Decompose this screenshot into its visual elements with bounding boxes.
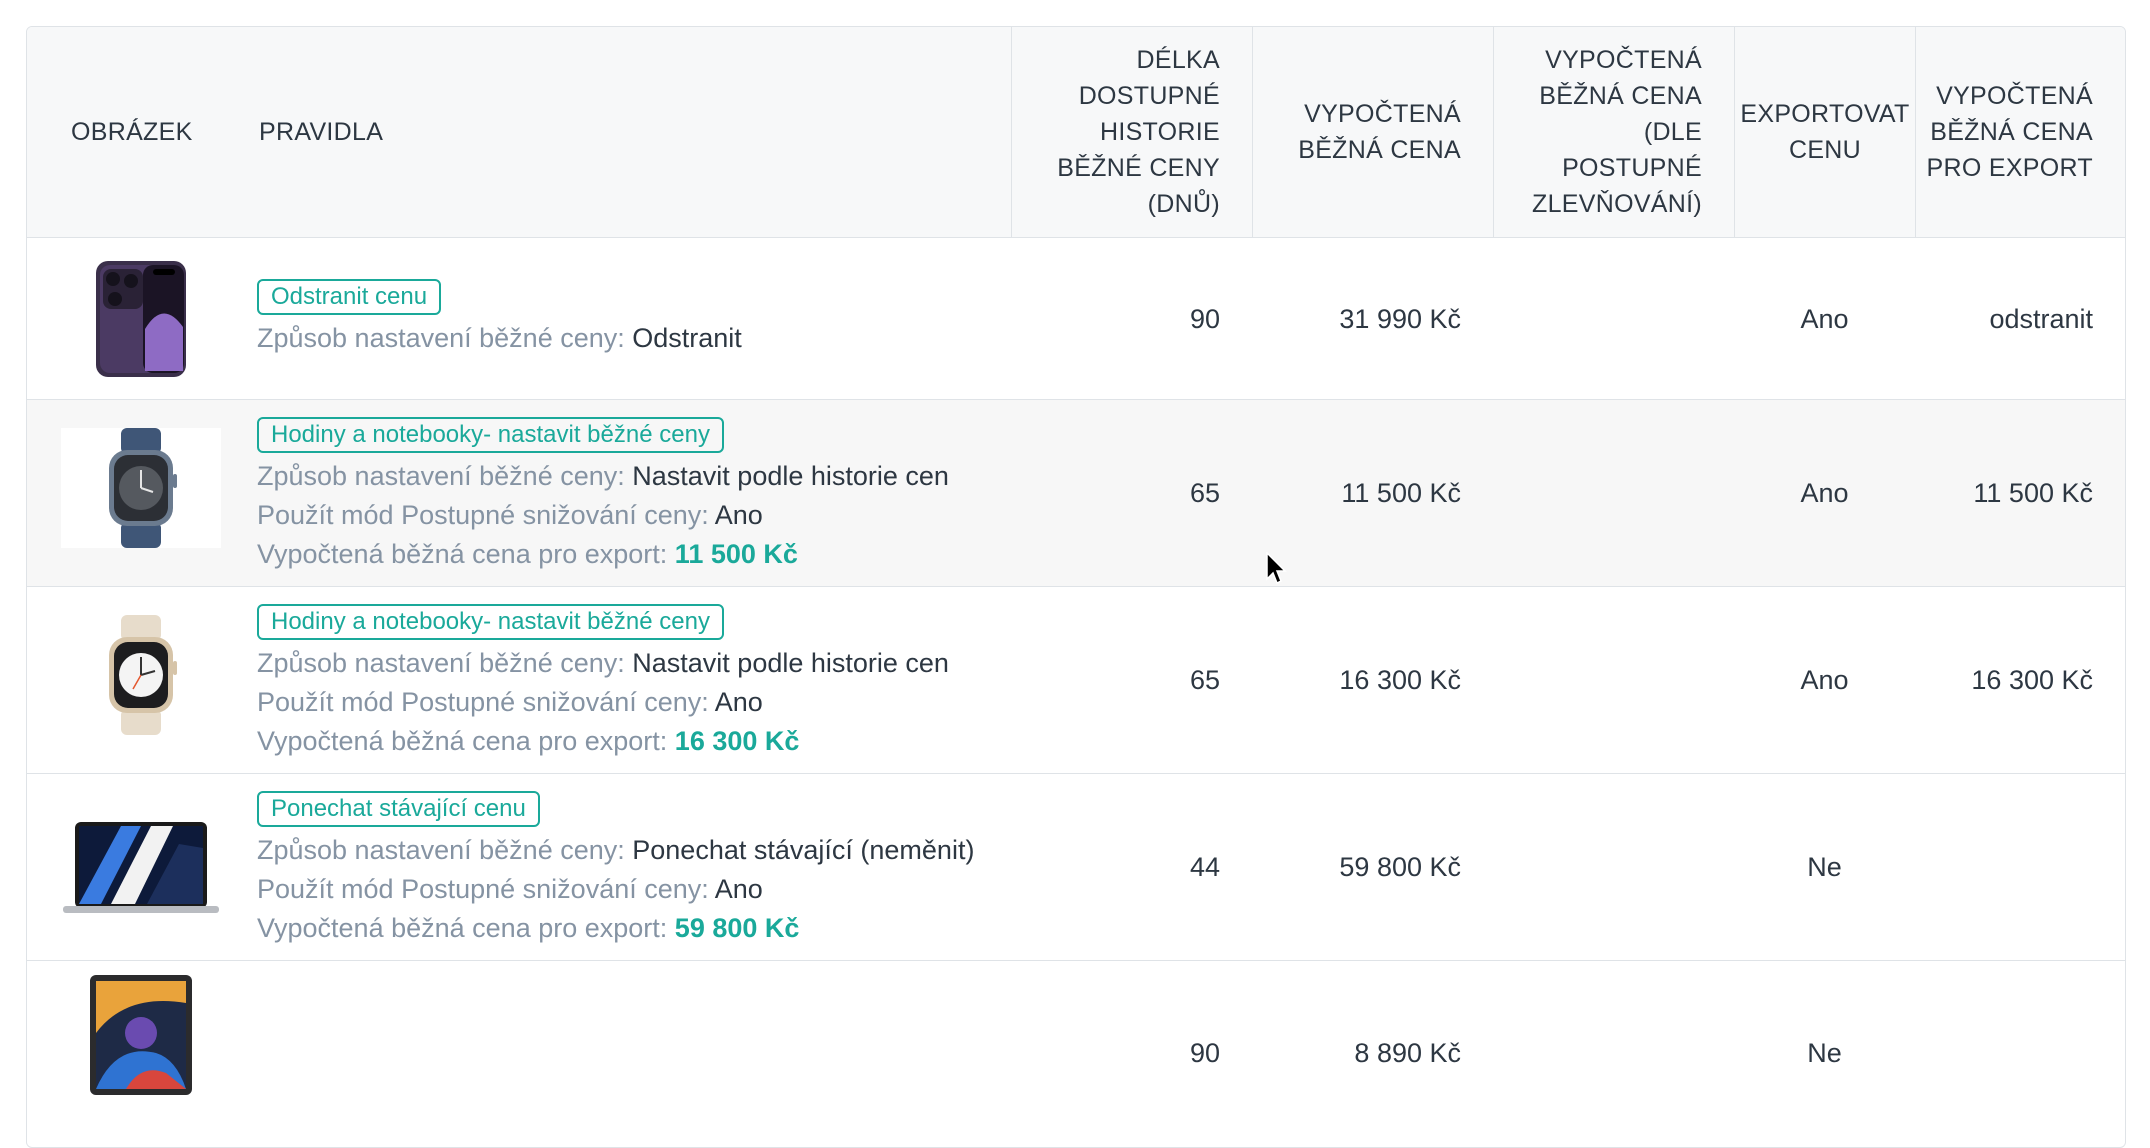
rule-tag[interactable]: Odstranit cenu [257,279,442,315]
rules-cell: Ponechat stávající cenu Způsob nastavení… [257,788,974,948]
table-header: OBRÁZEK PRAVIDLA DÉLKA DOSTUPNÉ HISTORIE… [27,27,2125,238]
history-days: 90 [1189,1037,1220,1068]
history-days: 65 [1189,664,1220,695]
export-price: 11 500 Kč [1973,477,2093,508]
watch-dark-icon [109,428,177,548]
col-header-history-days[interactable]: DÉLKA DOSTUPNÉ HISTORIE BĚŽNÉ CENY (DNŮ) [1011,27,1252,237]
rule-tag[interactable]: Hodiny a notebooky- nastavit běžné ceny [257,604,724,640]
rule-line: Způsob nastavení běžné ceny: Nastavit po… [257,461,949,491]
rule-tag[interactable]: Ponechat stávající cenu [257,791,540,827]
export-flag: Ne [1807,851,1842,882]
rule-line: Použít mód Postupné snižování ceny: Ano [257,687,763,717]
export-flag: Ano [1800,477,1849,508]
computed-price: 31 990 Kč [1339,303,1461,334]
col-header-export-price[interactable]: VYPOČTENÁ BĚŽNÁ CENA PRO EXPORT [1915,27,2125,237]
rule-export-line: Vypočtená běžná cena pro export: 59 800 … [257,913,800,943]
computed-price: 11 500 Kč [1341,477,1461,508]
table-row[interactable]: 90 8 890 Kč Ne [27,961,2125,1147]
macbook-icon [63,822,219,913]
product-image[interactable] [61,975,221,1095]
mouse-cursor-icon [1266,552,1287,585]
computed-price: 59 800 Kč [1339,851,1461,882]
watch-starlight-icon [109,615,177,735]
pricing-rules-table: OBRÁZEK PRAVIDLA DÉLKA DOSTUPNÉ HISTORIE… [26,26,2126,1148]
export-flag: Ne [1807,1037,1842,1068]
product-image[interactable] [61,428,221,548]
export-price: odstranit [1989,303,2093,334]
rule-line: Použít mód Postupné snižování ceny: Ano [257,874,763,904]
export-price: 16 300 Kč [1971,664,2093,695]
product-image[interactable] [61,615,221,735]
table-row[interactable]: Hodiny a notebooky- nastavit běžné ceny … [27,400,2125,587]
col-header-image[interactable]: OBRÁZEK [71,27,231,237]
rule-line: Způsob nastavení běžné ceny: Odstranit [257,323,742,353]
product-image[interactable] [61,808,221,928]
history-days: 90 [1189,303,1220,334]
export-flag: Ano [1800,664,1849,695]
table-row[interactable]: Hodiny a notebooky- nastavit běžné ceny … [27,587,2125,774]
rule-line: Způsob nastavení běžné ceny: Ponechat st… [257,835,975,865]
col-header-rules[interactable]: PRAVIDLA [259,27,999,237]
computed-price: 8 890 Kč [1354,1037,1461,1068]
history-days: 65 [1189,477,1220,508]
iphone-icon [96,261,186,377]
rules-cell: Hodiny a notebooky- nastavit běžné ceny … [257,601,949,761]
table-row[interactable]: Ponechat stávající cenu Způsob nastavení… [27,774,2125,961]
rules-cell: Hodiny a notebooky- nastavit běžné ceny … [257,414,949,574]
rule-export-line: Vypočtená běžná cena pro export: 11 500 … [257,539,798,569]
col-header-gradual-price[interactable]: VYPOČTENÁ BĚŽNÁ CENA (DLE POSTUPNÉ ZLEVŇ… [1493,27,1734,237]
export-flag: Ano [1800,303,1849,334]
rule-line: Způsob nastavení běžné ceny: Nastavit po… [257,648,949,678]
product-image[interactable] [61,259,221,379]
col-header-computed-price[interactable]: VYPOČTENÁ BĚŽNÁ CENA [1252,27,1493,237]
ipad-icon [90,975,192,1095]
col-header-export[interactable]: EXPORTOVAT CENU [1734,27,1915,237]
rule-export-line: Vypočtená běžná cena pro export: 16 300 … [257,726,800,756]
computed-price: 16 300 Kč [1339,664,1461,695]
rule-tag[interactable]: Hodiny a notebooky- nastavit běžné ceny [257,417,724,453]
table-row[interactable]: Odstranit cenu Způsob nastavení běžné ce… [27,238,2125,400]
rules-cell: Odstranit cenu Způsob nastavení běžné ce… [257,276,742,358]
rule-line: Použít mód Postupné snižování ceny: Ano [257,500,763,530]
history-days: 44 [1189,851,1220,882]
